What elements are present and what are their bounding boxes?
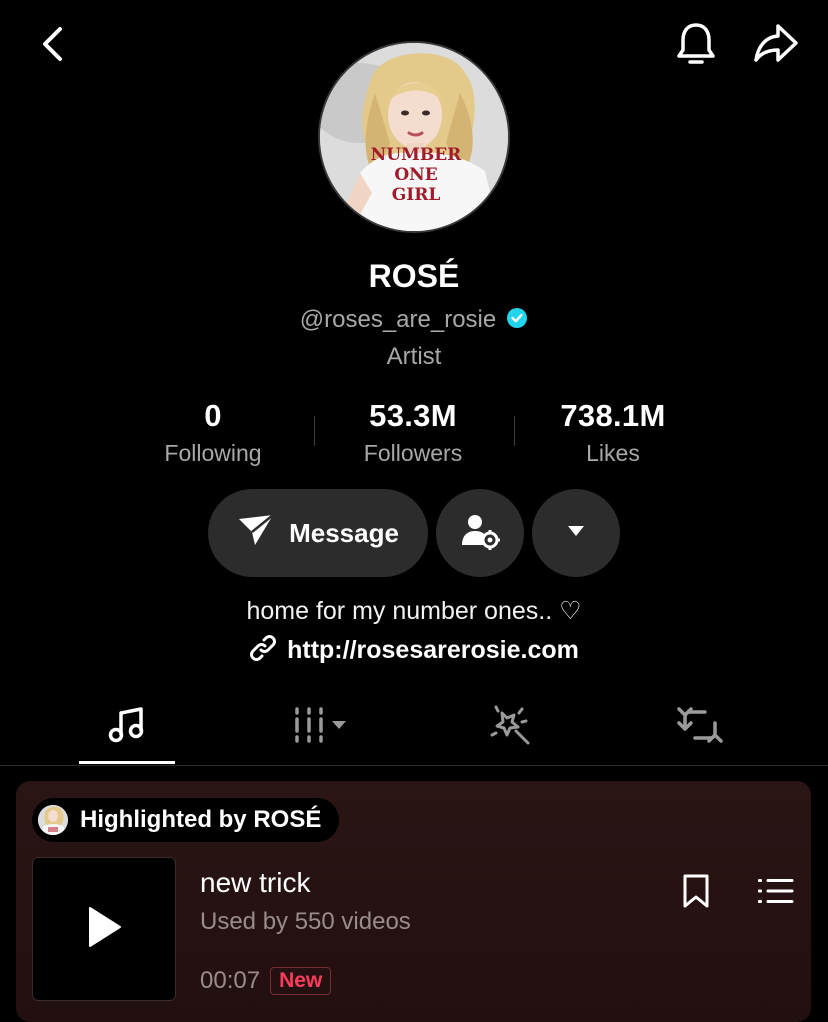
tab-effects[interactable] — [460, 688, 560, 766]
stat-divider — [514, 416, 515, 446]
link-text[interactable]: http://rosesarerosie.com — [287, 636, 579, 665]
effects-icon — [488, 703, 532, 752]
tab-music[interactable] — [79, 688, 175, 766]
link-icon — [249, 634, 277, 667]
stat-value: 0 — [204, 398, 222, 433]
music-note-icon — [107, 705, 147, 750]
more-options-button[interactable] — [532, 489, 620, 577]
tab-videos[interactable] — [266, 688, 376, 766]
stat-value: 738.1M — [560, 398, 666, 433]
caret-down-icon — [567, 524, 585, 542]
stat-label: Likes — [586, 440, 640, 466]
stat-label: Following — [164, 440, 262, 466]
stat-followers[interactable]: 53.3M Followers — [313, 398, 513, 470]
verified-badge-icon — [506, 307, 528, 334]
grid-dropdown-icon — [289, 705, 353, 750]
track-title[interactable]: new trick — [200, 867, 310, 899]
profile-bio: home for my number ones.. ♡ — [246, 597, 582, 625]
follow-settings-button[interactable] — [436, 489, 524, 577]
highlighted-by-label: Highlighted by ROSÉ — [80, 806, 322, 833]
stat-label: Followers — [363, 440, 463, 466]
back-icon[interactable] — [30, 22, 74, 66]
track-meta: 00:07 New — [200, 967, 332, 995]
profile-avatar[interactable]: NUMBER ONE GIRL — [318, 41, 510, 233]
user-gear-icon — [460, 511, 500, 556]
new-badge: New — [270, 967, 332, 995]
notification-bell-icon[interactable] — [672, 20, 720, 68]
profile-stats: 0 Following 53.3M Followers 738.1M Likes — [113, 398, 713, 470]
stat-likes[interactable]: 738.1M Likes — [513, 398, 713, 470]
stat-following[interactable]: 0 Following — [113, 398, 313, 470]
track-duration: 00:07 — [200, 967, 261, 994]
highlighted-sound-card[interactable]: Highlighted by ROSÉ new trick Used by 55… — [16, 781, 811, 1022]
send-icon — [237, 513, 275, 554]
content-tabs — [0, 688, 828, 766]
share-icon[interactable] — [750, 20, 802, 68]
profile-name: ROSÉ — [368, 258, 460, 294]
track-usage-count: Used by 550 videos — [200, 908, 411, 935]
play-button[interactable] — [32, 857, 176, 1001]
active-tab-indicator — [79, 761, 175, 764]
repost-icon — [677, 705, 723, 750]
mini-avatar — [38, 805, 68, 835]
profile-actions: Message — [0, 489, 828, 577]
tab-reposts[interactable] — [650, 688, 750, 766]
profile-handle: @roses_are_rosie — [299, 306, 497, 333]
highlighted-by-badge: Highlighted by ROSÉ — [32, 798, 340, 842]
handle-row: @roses_are_rosie — [0, 306, 828, 334]
stat-value: 53.3M — [369, 398, 457, 433]
playlist-icon[interactable] — [756, 871, 796, 911]
profile-link[interactable]: http://rosesarerosie.com — [0, 634, 828, 667]
bookmark-icon[interactable] — [678, 871, 714, 911]
message-label: Message — [289, 517, 399, 548]
play-icon — [86, 906, 122, 953]
shirt-print: NUMBER ONE GIRL — [370, 145, 462, 205]
profile-category: Artist — [386, 343, 442, 370]
message-button[interactable]: Message — [208, 489, 428, 577]
stat-divider — [314, 416, 315, 446]
